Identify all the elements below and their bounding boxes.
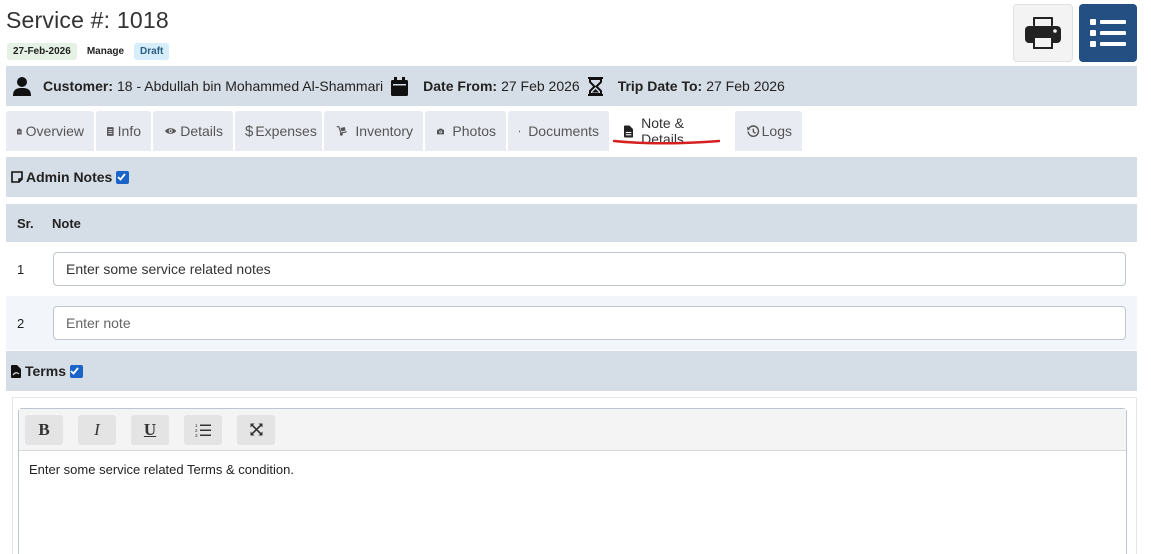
admin-notes-checkbox[interactable] xyxy=(116,170,130,184)
active-tab-underline xyxy=(613,139,720,145)
note-column-header: Note xyxy=(52,215,81,231)
camera-icon xyxy=(437,128,445,134)
menu-button[interactable] xyxy=(1079,4,1137,62)
file-pdf-icon xyxy=(11,364,21,378)
row-number: 1 xyxy=(17,261,25,277)
editor-toolbar: B I U 123 xyxy=(19,409,1126,451)
italic-button[interactable]: I xyxy=(78,414,116,445)
tab-label: Details xyxy=(180,123,223,139)
row-number: 2 xyxy=(17,315,25,331)
admin-notes-title: Admin Notes xyxy=(26,169,113,185)
customer-value: 18 - Abdullah bin Mohammed Al-Shammari xyxy=(117,78,384,94)
terms-editor: B I U 123 Enter some service related Ter… xyxy=(18,408,1127,554)
clipboard-icon xyxy=(17,127,22,135)
print-button[interactable] xyxy=(1013,4,1073,62)
svg-text:3: 3 xyxy=(195,433,198,437)
sr-column-header: Sr. xyxy=(17,215,34,231)
customer-label: Customer: xyxy=(43,78,114,94)
list-icon xyxy=(1090,19,1126,47)
date-from-label: Date From: xyxy=(423,78,498,94)
note-input[interactable] xyxy=(53,252,1126,286)
trip-date-label: Trip Date To: xyxy=(617,78,703,94)
admin-notes-header: Admin Notes xyxy=(6,157,1137,197)
sticky-note-icon xyxy=(11,171,23,183)
page-header: Service #: 1018 27-Feb-2026 Manage Draft xyxy=(6,4,1146,64)
table-row: 2 xyxy=(6,296,1137,350)
expand-icon xyxy=(249,423,263,436)
file-icon xyxy=(519,130,521,132)
tab-label: Overview xyxy=(25,123,84,139)
tab-details[interactable]: Details xyxy=(153,111,233,151)
dollar-icon: $ xyxy=(245,122,254,140)
ordered-list-button[interactable]: 123 xyxy=(184,414,222,445)
ordered-list-icon: 123 xyxy=(195,423,211,437)
terms-checkbox[interactable] xyxy=(69,364,83,378)
manage-badge[interactable]: Manage xyxy=(85,43,126,60)
tab-label: Info xyxy=(117,123,141,139)
service-info-bar: Customer: 18 - Abdullah bin Mohammed Al-… xyxy=(6,66,1137,106)
user-icon xyxy=(13,76,31,96)
notes-table-header: Sr. Note xyxy=(6,204,1137,242)
date-from-info: Date From: 27 Feb 2026 xyxy=(423,78,580,94)
file-text-icon xyxy=(107,126,114,136)
badge-row: 27-Feb-2026 Manage Draft xyxy=(7,43,170,60)
dolly-icon xyxy=(336,126,347,136)
tab-logs[interactable]: Logs xyxy=(735,111,802,151)
bold-button[interactable]: B xyxy=(25,414,63,445)
tab-label: Logs xyxy=(761,123,792,139)
trip-date-info: Trip Date To: 27 Feb 2026 xyxy=(618,78,785,94)
history-icon xyxy=(747,124,760,137)
file-lines-icon xyxy=(624,125,634,137)
terms-title: Terms xyxy=(25,363,66,379)
tab-expenses[interactable]: $ Expenses xyxy=(235,111,322,151)
tab-inventory[interactable]: Inventory xyxy=(324,111,423,151)
check-icon xyxy=(117,173,126,181)
tab-overview[interactable]: Overview xyxy=(6,111,94,151)
table-row: 1 xyxy=(6,242,1137,296)
tab-label: Documents xyxy=(528,123,599,139)
status-badge: Draft xyxy=(134,43,170,60)
fullscreen-button[interactable] xyxy=(237,414,275,445)
calendar-icon xyxy=(391,76,409,96)
terms-editor-container: B I U 123 Enter some service related Ter… xyxy=(12,397,1137,554)
terms-editor-content[interactable]: Enter some service related Terms & condi… xyxy=(19,451,1126,488)
tab-documents[interactable]: Documents xyxy=(508,111,609,151)
check-icon xyxy=(70,367,80,375)
hourglass-icon xyxy=(587,76,603,96)
date-from-value: 27 Feb 2026 xyxy=(501,78,580,94)
underline-button[interactable]: U xyxy=(131,414,169,445)
tab-photos[interactable]: Photos xyxy=(425,111,506,151)
tab-label: Photos xyxy=(452,123,496,139)
eye-icon xyxy=(165,128,177,134)
page-title: Service #: 1018 xyxy=(6,7,169,33)
date-badge: 27-Feb-2026 xyxy=(7,43,77,60)
note-input[interactable] xyxy=(53,306,1126,340)
tab-info[interactable]: Info xyxy=(96,111,151,151)
print-icon xyxy=(1025,17,1061,49)
customer-info: Customer: 18 - Abdullah bin Mohammed Al-… xyxy=(43,78,383,94)
terms-header: Terms xyxy=(6,351,1137,391)
trip-date-value: 27 Feb 2026 xyxy=(706,78,785,94)
tab-label: Inventory xyxy=(355,123,413,139)
tab-label: Expenses xyxy=(255,123,317,139)
